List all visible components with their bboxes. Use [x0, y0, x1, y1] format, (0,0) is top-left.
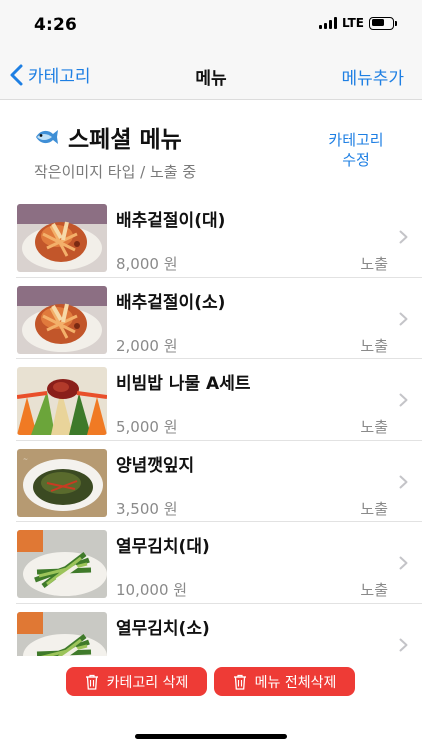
menu-item-price: 2,000 원: [116, 336, 178, 355]
trash-icon: [233, 674, 246, 690]
menu-item-row[interactable]: 배추겉절이(대) 8,000 원 노출: [16, 196, 422, 278]
menu-item-thumbnail: [17, 530, 107, 599]
edit-category-label-line2: 수정: [342, 151, 370, 169]
edit-category-button[interactable]: 카테고리 수정: [324, 130, 388, 170]
menu-item-name: 열무김치(소): [116, 618, 210, 639]
menu-item-price: 10,000 원: [116, 581, 188, 600]
delete-category-button[interactable]: 카테고리 삭제: [66, 667, 207, 696]
menu-item-thumbnail: [17, 367, 107, 436]
menu-item-thumbnail: [17, 204, 107, 272]
menu-item-status: 노출: [360, 418, 388, 437]
menu-item-name: 배추겉절이(소): [116, 292, 226, 313]
menu-item-status: 노출: [360, 499, 388, 518]
menu-item-row[interactable]: ~ 양념깻잎지 3,500 원 노출: [16, 441, 422, 523]
add-menu-button[interactable]: 메뉴추가: [341, 64, 404, 89]
menu-item-thumbnail: [17, 285, 107, 354]
status-time: 4:26: [34, 15, 78, 35]
menu-item-status: 노출: [360, 581, 388, 600]
menu-item-status: 노출: [360, 336, 388, 355]
nav-bar: 카테고리 메뉴 메뉴추가: [0, 50, 422, 100]
menu-item-row[interactable]: 열무김치(대) 10,000 원 노출: [16, 522, 422, 604]
menu-item-name: 양념깻잎지: [116, 455, 195, 476]
bottom-bar: 카테고리 삭제 메뉴 전체삭제: [0, 656, 422, 716]
menu-item-name: 비빔밥 나물 A세트: [116, 374, 251, 395]
trash-icon: [85, 674, 98, 690]
menu-item-row[interactable]: 열무김치(소): [16, 604, 422, 656]
menu-item-thumbnail: ~: [17, 448, 107, 517]
home-indicator: [135, 734, 287, 739]
svg-text:~: ~: [23, 456, 28, 463]
edit-category-label-line1: 카테고리: [328, 131, 384, 149]
menu-item-row[interactable]: 배추겉절이(소) 2,000 원 노출: [16, 278, 422, 360]
delete-all-menus-button[interactable]: 메뉴 전체삭제: [214, 667, 355, 696]
network-label: LTE: [341, 16, 364, 30]
menu-item-name: 열무김치(대): [116, 537, 210, 558]
category-title-row: 스페셜 메뉴: [34, 120, 182, 154]
status-bar: 4:26 LTE: [0, 0, 422, 50]
chevron-right-icon: [399, 312, 408, 326]
battery-icon: [369, 16, 397, 30]
chevron-left-icon: [10, 64, 23, 85]
menu-item-price: 3,500 원: [116, 499, 178, 518]
menu-item-price: 8,000 원: [116, 255, 178, 273]
chevron-right-icon: [399, 556, 408, 570]
back-label: 카테고리: [28, 67, 91, 87]
menu-list[interactable]: 배추겉절이(대) 8,000 원 노출 배추겉절이(소) 2,000 원 노출 비빔밥 나물…: [0, 196, 422, 656]
category-title: 스페셜 메뉴: [68, 127, 182, 153]
menu-item-price: 5,000 원: [116, 418, 178, 437]
chevron-right-icon: [399, 638, 408, 652]
chevron-right-icon: [399, 393, 408, 407]
menu-item-name: 배추겉절이(대): [116, 211, 226, 231]
menu-item-status: 노출: [360, 255, 388, 273]
chevron-right-icon: [399, 230, 408, 244]
menu-item-row[interactable]: 비빔밥 나물 A세트 5,000 원 노출: [16, 359, 422, 441]
menu-item-thumbnail: [17, 611, 107, 656]
delete-all-label: 메뉴 전체삭제: [254, 674, 337, 691]
category-header: 스페셜 메뉴 작은이미지 타입 / 노출 중 카테고리 수정: [0, 100, 422, 196]
fish-icon: [36, 130, 58, 144]
delete-category-label: 카테고리 삭제: [106, 674, 189, 691]
chevron-right-icon: [399, 475, 408, 489]
category-subtitle: 작은이미지 타입 / 노출 중: [34, 163, 197, 181]
signal-icon: [318, 17, 337, 29]
back-button[interactable]: 카테고리: [8, 62, 91, 87]
status-indicators: LTE: [318, 16, 397, 30]
